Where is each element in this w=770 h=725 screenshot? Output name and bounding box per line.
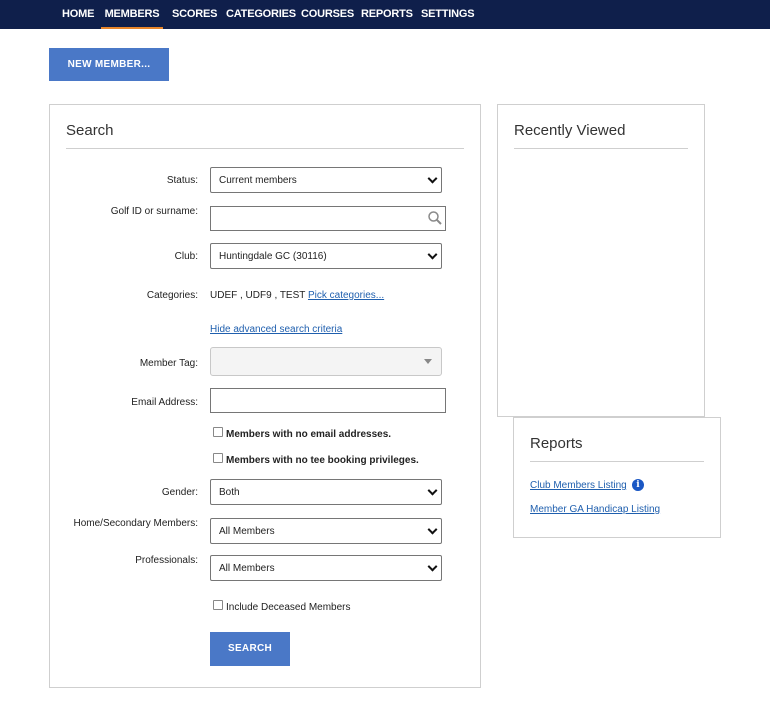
golfid-input[interactable] — [210, 206, 446, 231]
reports-title: Reports — [530, 435, 583, 452]
nav-courses[interactable]: COURSES — [301, 0, 354, 29]
professionals-select-value: All Members — [219, 562, 275, 574]
status-select-value: Current members — [219, 174, 297, 186]
status-select[interactable]: Current members — [210, 167, 442, 193]
club-label: Club: — [174, 251, 198, 262]
no-email-checkbox-label: Members with no email addresses. — [226, 429, 392, 440]
email-label: Email Address: — [131, 397, 198, 408]
recently-viewed-panel — [497, 104, 705, 417]
categories-list: UDEF , UDF9 , TEST — [210, 290, 306, 301]
golfid-label: Golf ID or surname: — [110, 206, 198, 217]
gender-label: Gender: — [161, 487, 198, 498]
professionals-label: Professionals: — [135, 555, 198, 566]
search-icon[interactable] — [427, 210, 443, 226]
no-tee-booking-checkbox[interactable] — [213, 453, 223, 463]
recently-viewed-divider — [514, 148, 688, 149]
nav-categories[interactable]: CATEGORIES — [226, 0, 296, 29]
member-tag-select[interactable] — [210, 347, 442, 376]
gender-select-value: Both — [219, 486, 240, 498]
top-navigation: HOME MEMBERS SCORES CATEGORIES COURSES R… — [0, 0, 770, 29]
member-ga-handicap-listing-link[interactable]: Member GA Handicap Listing — [530, 504, 660, 515]
dropdown-arrow-icon — [424, 359, 432, 364]
chevron-down-icon — [427, 524, 438, 535]
club-select[interactable]: Huntingdale GC (30116) — [210, 243, 442, 269]
info-icon[interactable]: i — [632, 479, 644, 491]
chevron-down-icon — [427, 561, 438, 572]
nav-home[interactable]: HOME — [62, 0, 94, 29]
hide-advanced-search-link[interactable]: Hide advanced search criteria — [210, 324, 342, 335]
nav-scores[interactable]: SCORES — [172, 0, 217, 29]
search-panel-title: Search — [66, 122, 114, 139]
reports-divider — [530, 461, 704, 462]
home-secondary-select-value: All Members — [219, 525, 275, 537]
nav-reports[interactable]: REPORTS — [361, 0, 413, 29]
gender-select[interactable]: Both — [210, 479, 442, 505]
include-deceased-checkbox[interactable] — [213, 600, 223, 610]
categories-label: Categories: — [146, 290, 198, 301]
pick-categories-link[interactable]: Pick categories... — [308, 290, 384, 301]
status-label: Status: — [166, 175, 198, 186]
include-deceased-checkbox-label: Include Deceased Members — [226, 602, 351, 613]
professionals-select[interactable]: All Members — [210, 555, 442, 581]
email-input[interactable] — [210, 388, 446, 413]
nav-settings[interactable]: SETTINGS — [421, 0, 475, 29]
search-divider — [66, 148, 464, 149]
search-button[interactable]: SEARCH — [210, 632, 290, 666]
chevron-down-icon — [427, 173, 438, 184]
club-select-value: Huntingdale GC (30116) — [219, 250, 327, 262]
categories-value: UDEF , UDF9 , TEST Pick categories... — [210, 290, 384, 301]
new-member-button[interactable]: NEW MEMBER... — [49, 48, 169, 81]
no-email-checkbox[interactable] — [213, 427, 223, 437]
club-members-listing-link[interactable]: Club Members Listing — [530, 480, 627, 491]
nav-members[interactable]: MEMBERS — [101, 0, 163, 29]
chevron-down-icon — [427, 249, 438, 260]
member-tag-label: Member Tag: — [139, 358, 198, 369]
recently-viewed-title: Recently Viewed — [514, 122, 626, 139]
home-secondary-select[interactable]: All Members — [210, 518, 442, 544]
no-tee-booking-checkbox-label: Members with no tee booking privileges. — [226, 455, 419, 466]
home-secondary-label: Home/Secondary Members: — [73, 518, 199, 529]
chevron-down-icon — [427, 485, 438, 496]
